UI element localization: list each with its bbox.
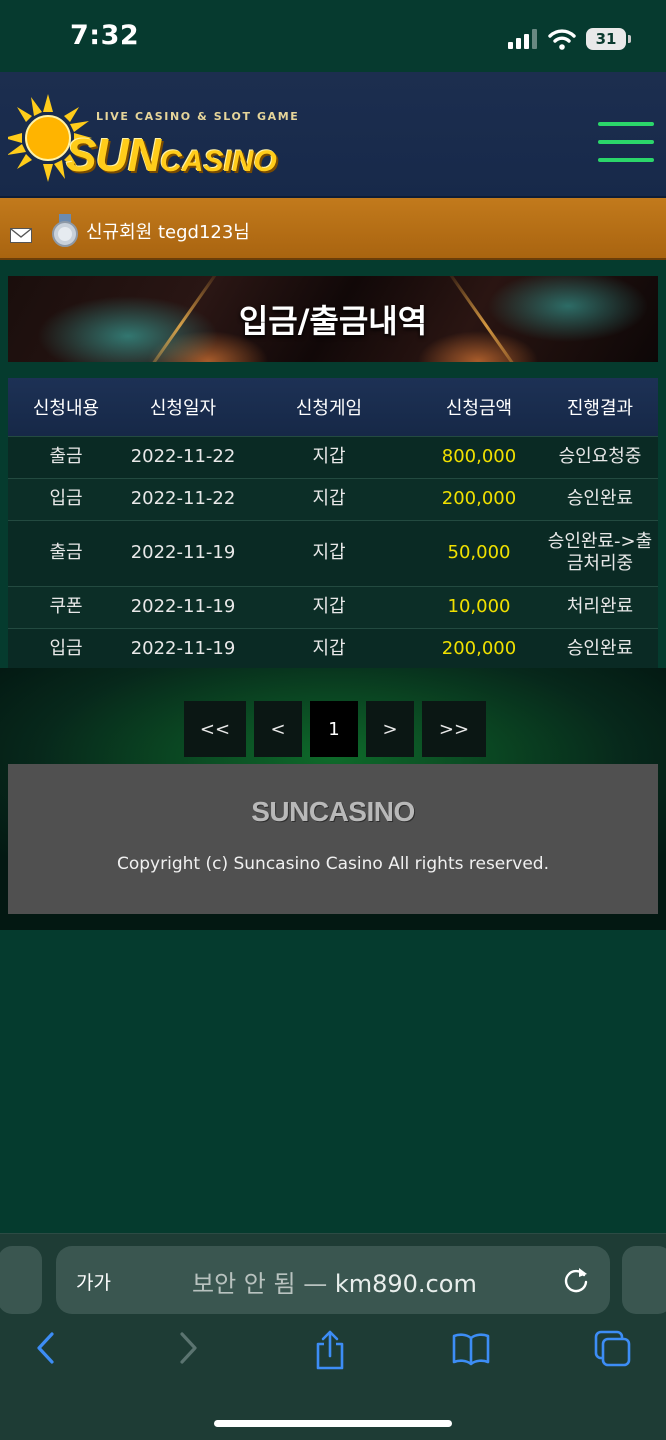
column-header: 신청금액: [416, 378, 542, 436]
cell-game: 지갑: [242, 435, 416, 478]
table-header-row: 신청내용 신청일자 신청게임 신청금액 진행결과: [8, 378, 658, 436]
wifi-icon: [548, 29, 576, 50]
reader-settings-button[interactable]: 가가: [76, 1268, 111, 1295]
status-bar: 7:32 31: [0, 0, 666, 72]
logo-sun-text: SUN: [66, 129, 161, 181]
cell-type: 쿠폰: [8, 585, 124, 628]
cell-game: 지갑: [242, 627, 416, 670]
medal-icon: [52, 214, 78, 247]
cellular-signal-icon: [508, 29, 537, 49]
cell-type: 입금: [8, 477, 124, 520]
cell-status: 승인완료: [542, 477, 658, 520]
table-row: 입금 2022-11-22 지갑 200,000 승인완료: [8, 477, 658, 520]
cell-date: 2022-11-19: [124, 585, 242, 628]
page-title: 입금/출금내역: [238, 302, 428, 340]
logo-casino-text: CASINO: [160, 145, 277, 178]
cell-status: 처리완료: [542, 585, 658, 628]
column-header: 신청게임: [242, 378, 416, 436]
site-logo[interactable]: LIVE CASINO & SLOT GAME SUNCASINO: [8, 92, 298, 187]
site-footer: SUNCASINO Copyright (c) Suncasino Casino…: [8, 764, 658, 914]
cell-amount: 50,000: [416, 519, 542, 586]
cell-date: 2022-11-22: [124, 477, 242, 520]
cell-game: 지갑: [242, 477, 416, 520]
menu-bar-icon: [598, 122, 654, 126]
last-page-button[interactable]: >>: [422, 701, 486, 757]
logo-wordmark: SUNCASINO: [66, 128, 277, 182]
cell-game: 지갑: [242, 585, 416, 628]
cell-type: 입금: [8, 627, 124, 670]
next-tab-pill[interactable]: [622, 1246, 666, 1314]
cell-status: 승인요청중: [542, 435, 658, 478]
logo-tagline: LIVE CASINO & SLOT GAME: [96, 110, 300, 123]
security-warning: 보안 안 됨: [192, 1270, 296, 1298]
first-page-button[interactable]: <<: [184, 701, 246, 757]
battery-level: 31: [595, 30, 617, 48]
hamburger-menu-button[interactable]: [598, 122, 654, 162]
pagination: << < 1 > >>: [184, 701, 486, 757]
url-separator: —: [295, 1270, 335, 1298]
footer-logo: SUNCASINO: [251, 796, 415, 827]
battery-icon: 31: [586, 28, 631, 50]
mail-icon[interactable]: [10, 228, 32, 243]
cell-amount: 800,000: [416, 435, 542, 478]
menu-bar-icon: [598, 140, 654, 144]
cell-game: 지갑: [242, 519, 416, 586]
table-row: 출금 2022-11-22 지갑 800,000 승인요청중: [8, 435, 658, 478]
cell-date: 2022-11-22: [124, 435, 242, 478]
cell-type: 출금: [8, 519, 124, 586]
table-row: 입금 2022-11-19 지갑 200,000 승인완료: [8, 627, 658, 670]
transaction-history-table: 신청내용 신청일자 신청게임 신청금액 진행결과 출금 2022-11-22 지…: [8, 378, 658, 670]
browser-toolbar: [0, 1330, 666, 1380]
home-indicator: [214, 1420, 452, 1427]
status-icons: 31: [508, 22, 631, 56]
site-header: LIVE CASINO & SLOT GAME SUNCASINO: [0, 72, 666, 198]
tabs-icon[interactable]: [594, 1330, 632, 1368]
url-domain: km890.com: [334, 1270, 477, 1298]
cell-amount: 200,000: [416, 477, 542, 520]
share-icon[interactable]: [314, 1330, 346, 1370]
column-header: 진행결과: [542, 378, 658, 436]
cell-date: 2022-11-19: [124, 627, 242, 670]
member-bar: 신규회원 tegd123님: [0, 198, 666, 260]
table-row: 출금 2022-11-19 지갑 50,000 승인완료->출금처리중: [8, 519, 658, 586]
member-greeting: 신규회원 tegd123님: [86, 222, 250, 243]
copyright-text: Copyright (c) Suncasino Casino All right…: [117, 854, 549, 874]
page-1-button[interactable]: 1: [310, 701, 358, 757]
column-header: 신청내용: [8, 378, 124, 436]
next-page-button[interactable]: >: [366, 701, 414, 757]
cell-amount: 10,000: [416, 585, 542, 628]
reload-icon[interactable]: [562, 1264, 590, 1294]
cell-type: 출금: [8, 435, 124, 478]
cell-status: 승인완료: [542, 627, 658, 670]
table-row: 쿠폰 2022-11-19 지갑 10,000 처리완료: [8, 585, 658, 628]
cell-status: 승인완료->출금처리중: [542, 519, 658, 586]
url-display[interactable]: 보안 안 됨 — km890.com: [192, 1264, 477, 1299]
status-time: 7:32: [70, 20, 140, 51]
back-icon[interactable]: [34, 1330, 56, 1366]
prev-page-button[interactable]: <: [254, 701, 302, 757]
column-header: 신청일자: [124, 378, 242, 436]
previous-tab-pill[interactable]: [0, 1246, 42, 1314]
cell-date: 2022-11-19: [124, 519, 242, 586]
forward-icon[interactable]: [178, 1330, 200, 1366]
address-bar[interactable]: 가가 보안 안 됨 — km890.com: [56, 1246, 610, 1314]
bookmarks-icon[interactable]: [452, 1330, 490, 1366]
browser-bottom-bar: 가가 보안 안 됨 — km890.com: [0, 1233, 666, 1440]
menu-bar-icon: [598, 158, 654, 162]
page-banner: 입금/출금내역: [8, 276, 658, 362]
cell-amount: 200,000: [416, 627, 542, 670]
